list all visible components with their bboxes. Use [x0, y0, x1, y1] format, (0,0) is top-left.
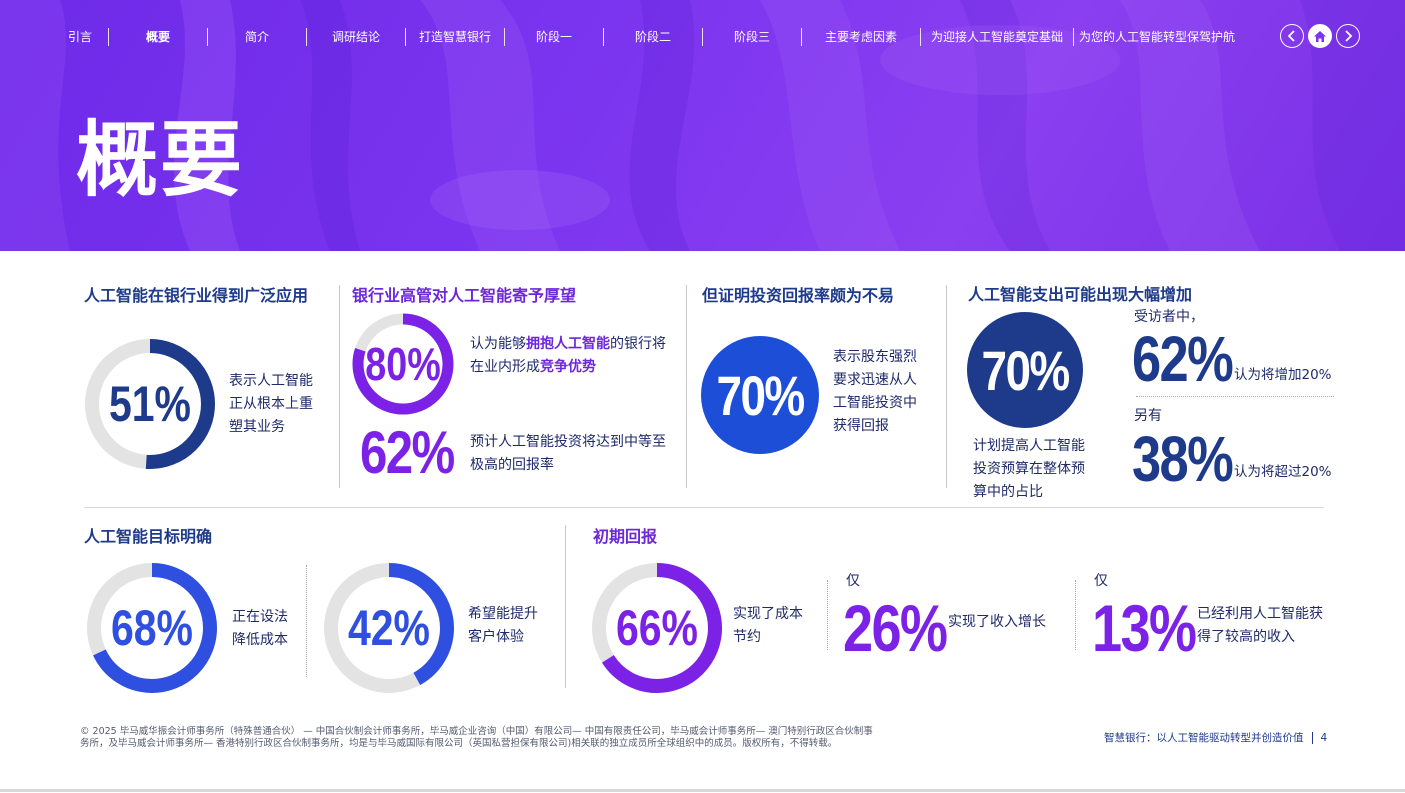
section-heading-spending: 人工智能支出可能出现大幅增加 — [968, 285, 1193, 304]
row-divider — [84, 507, 1324, 508]
section-heading-expectations: 银行业高管对人工智能寄予厚望 — [352, 286, 577, 305]
dotted-divider — [827, 580, 828, 650]
highlight-embrace-ai: 拥抱人工智能 — [526, 336, 610, 352]
page-title: 概要 — [76, 113, 245, 208]
section-heading-goals: 人工智能目标明确 — [84, 527, 213, 546]
roi-expectation-description: 预计人工智能投资将达到中等至极高的回报率 — [470, 434, 666, 473]
customer-experience-description: 希望能提升客户体验 — [468, 606, 538, 645]
donut-label: 68% — [111, 600, 193, 656]
prev-page-button[interactable] — [1280, 24, 1304, 48]
footer-separator — [1311, 731, 1313, 744]
stat-increase-20: 62% — [1132, 323, 1234, 395]
donut-label: 51% — [109, 376, 191, 432]
donut-label: 80% — [365, 338, 440, 389]
column-divider — [339, 285, 340, 488]
home-icon — [1314, 30, 1326, 42]
cost-reduction-description: 正在设法降低成本 — [232, 609, 288, 648]
nav-item-ai-foundation[interactable]: 为迎接人工智能奠定基础 — [921, 24, 1073, 50]
footer-doc-info: 智慧银行：以人工智能驱动转型并创造价值 4 — [1104, 730, 1327, 745]
stat-circle-label: 70% — [981, 338, 1071, 402]
stat-exceed-20: 38% — [1132, 423, 1234, 495]
hero-banner: 引言 概要 简介 调研结论 打造智慧银行 阶段一 阶段二 阶段三 主要考虑因素 … — [0, 0, 1405, 251]
higher-revenue-description: 已经利用人工智能获得了较高的收入 — [1197, 606, 1323, 645]
page-number: 4 — [1320, 731, 1328, 744]
donut-competitive-advantage: 80% — [352, 313, 454, 415]
next-page-button[interactable] — [1336, 24, 1360, 48]
shareholders-description: 表示股东强烈要求迅速从人工智能投资中获得回报 — [833, 349, 917, 434]
stat-higher-revenue: 13% — [1092, 591, 1197, 665]
nav-item-overview[interactable]: 概要 — [109, 24, 207, 50]
chevron-left-icon — [1287, 30, 1295, 42]
nav-item-key-considerations[interactable]: 主要考虑因素 — [802, 24, 920, 50]
stat-circle-budget: 70% — [967, 312, 1083, 428]
stat-circle-shareholders: 70% — [701, 336, 819, 454]
exceed-20-description: 认为将超过20% — [1234, 464, 1332, 480]
nav-item-phase-one[interactable]: 阶段一 — [505, 24, 603, 50]
nav-item-findings[interactable]: 调研结论 — [307, 24, 405, 50]
home-button[interactable] — [1308, 24, 1332, 48]
adoption-description: 表示人工智能正从根本上重塑其业务 — [229, 373, 313, 435]
bottom-border — [0, 789, 1405, 792]
section-heading-early-returns: 初期回报 — [593, 527, 658, 546]
increase-20-description: 认为将增加20% — [1234, 367, 1332, 383]
column-divider — [686, 285, 687, 488]
stat-circle-label: 70% — [716, 363, 806, 427]
column-divider — [565, 525, 566, 688]
donut-label: 66% — [616, 600, 698, 656]
dotted-divider — [1075, 580, 1076, 650]
nav-item-intro[interactable]: 引言 — [52, 24, 108, 50]
footer-doc-title: 智慧银行：以人工智能驱动转型并创造价值 — [1104, 732, 1304, 744]
donut-adoption: 51% — [85, 339, 215, 469]
budget-description: 计划提高人工智能投资预算在整体预算中的占比 — [973, 438, 1085, 500]
donut-cost-savings: 66% — [592, 563, 722, 693]
nav-item-phase-three[interactable]: 阶段三 — [703, 24, 801, 50]
section-heading-adoption: 人工智能在银行业得到广泛应用 — [84, 286, 309, 305]
donut-label: 42% — [348, 600, 430, 656]
top-navigation: 引言 概要 简介 调研结论 打造智慧银行 阶段一 阶段二 阶段三 主要考虑因素 … — [52, 24, 1240, 50]
competitive-advantage-description: 认为能够拥抱人工智能的银行将在业内形成竞争优势 — [470, 333, 674, 379]
dotted-divider — [1136, 396, 1334, 397]
stat-revenue-growth: 26% — [843, 591, 948, 665]
nav-item-introduction[interactable]: 简介 — [208, 24, 306, 50]
column-divider — [946, 285, 947, 488]
footer-legal: © 2025 毕马威华振会计师事务所（特殊普通合伙） — 中国合伙制会计师事务所… — [80, 726, 873, 749]
desc-part: 认为能够 — [470, 336, 526, 352]
revenue-growth-description: 实现了收入增长 — [948, 614, 1046, 630]
section-heading-roi: 但证明投资回报率颇为不易 — [702, 286, 895, 305]
cost-savings-description: 实现了成本节约 — [733, 606, 803, 645]
page-controls — [1280, 24, 1360, 48]
donut-cost-reduction: 68% — [87, 563, 217, 693]
dotted-divider — [306, 565, 307, 677]
nav-item-phase-two[interactable]: 阶段二 — [604, 24, 702, 50]
nav-item-ai-transformation[interactable]: 为您的人工智能转型保驾护航 — [1074, 24, 1240, 50]
chevron-right-icon — [1345, 30, 1353, 42]
donut-customer-experience: 42% — [324, 563, 454, 693]
stat-roi-expectation: 62% — [360, 419, 455, 486]
highlight-competitive-edge: 竞争优势 — [540, 359, 596, 375]
nav-item-smart-bank[interactable]: 打造智慧银行 — [406, 24, 504, 50]
